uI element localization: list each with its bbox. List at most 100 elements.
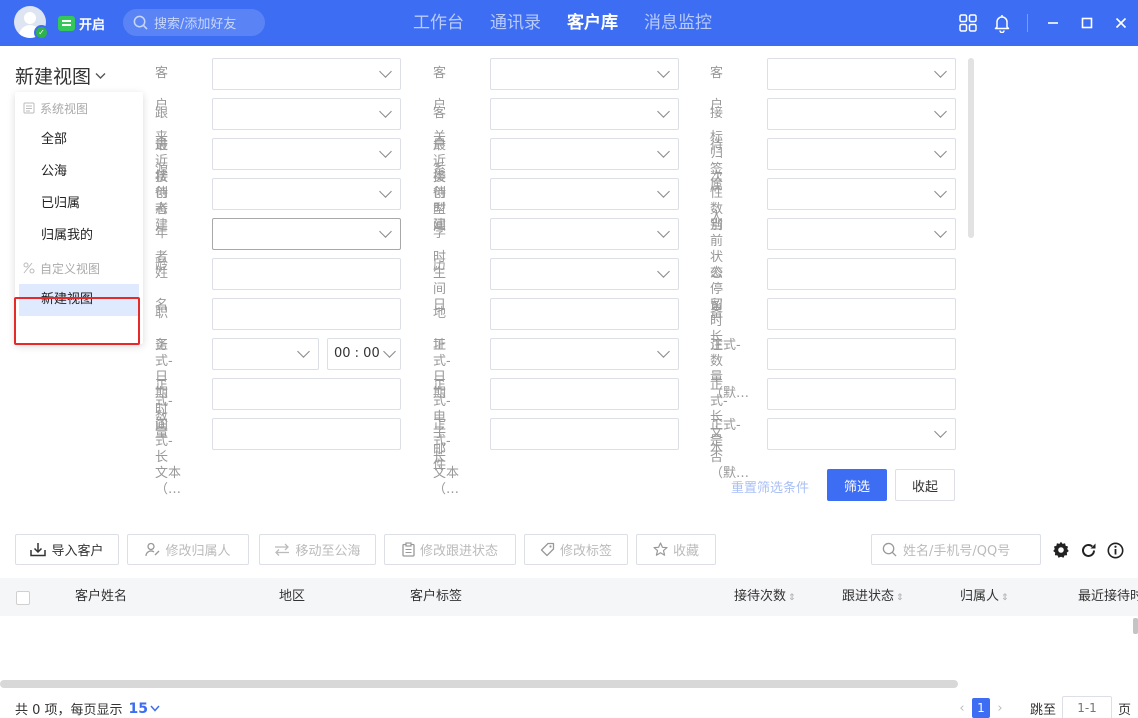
filter-label-formal-quantity: 正式-数量 [155, 378, 173, 441]
filter-formal-datetime-time-select[interactable]: 00 : 00 [327, 338, 401, 370]
filter-label-formal-datetime: 正式-日 期时间 [155, 338, 173, 433]
collapse-button[interactable]: 收起 [895, 469, 955, 501]
view-item-public-pool[interactable]: 公海 [15, 156, 143, 188]
filter-button[interactable]: 筛选 [827, 469, 887, 501]
column-region[interactable]: 地区 [279, 578, 305, 616]
move-to-pool-button[interactable]: 移动至公海 [259, 534, 376, 565]
system-view-group-label: 系统视图 [40, 101, 89, 116]
filter-follow-status-select[interactable] [212, 98, 401, 130]
filter-customer-source-select[interactable] [212, 58, 401, 90]
view-selector[interactable]: 新建视图 [15, 62, 106, 89]
filter-remark-input[interactable] [767, 298, 956, 330]
view-item-all[interactable]: 全部 [15, 124, 143, 156]
chevron-down-icon [934, 425, 947, 438]
view-item-assigned-to-me[interactable]: 归属我的 [15, 220, 143, 252]
filter-customer-type-select[interactable] [490, 98, 679, 130]
filter-formal-quantity-default-input[interactable] [767, 338, 956, 370]
filter-label-line: 文本（… [155, 466, 182, 497]
filter-formal-boolean-default-select[interactable] [767, 418, 956, 450]
filter-formal-long-text-b-input[interactable] [490, 418, 679, 450]
filter-education-select[interactable] [490, 218, 679, 250]
sort-icon[interactable]: ⇕ [896, 593, 904, 603]
chevron-down-icon [934, 105, 947, 118]
filter-created-time-select[interactable] [490, 178, 679, 210]
filter-address-input[interactable] [490, 298, 679, 330]
change-status-button[interactable]: 修改跟进状态 [384, 534, 516, 565]
filter-formal-email-input[interactable] [490, 378, 679, 410]
page-number[interactable]: 1 [972, 698, 990, 718]
maximize-icon[interactable] [1070, 0, 1104, 46]
filter-formal-date-select[interactable] [490, 338, 679, 370]
reset-filters-link[interactable]: 重置筛选条件 [731, 477, 809, 496]
filter-label-formal-boolean-default: 正式-是 否（默… [710, 418, 749, 481]
nav-customer-library[interactable]: 客户库 [554, 0, 631, 46]
column-customer-name[interactable]: 客户姓名 [75, 578, 127, 616]
filter-gender-select[interactable] [767, 178, 956, 210]
filter-formal-quantity-input[interactable] [212, 378, 401, 410]
page-size-select[interactable]: 15 [129, 701, 160, 717]
filter-label-address: 地址 [433, 298, 446, 353]
filter-formal-long-text-a-input[interactable] [212, 418, 401, 450]
chevron-down-icon [379, 65, 392, 78]
view-item-new-view[interactable]: 新建视图 [19, 284, 139, 316]
sort-icon[interactable]: ⇕ [788, 593, 796, 603]
column-customer-tags[interactable]: 客户标签 [410, 578, 462, 616]
filter-customer-relation-select[interactable] [490, 58, 679, 90]
change-tags-button[interactable]: 修改标签 [524, 534, 628, 565]
prev-page-icon[interactable]: ‹ [952, 701, 972, 716]
column-follow-status[interactable]: 跟进状态 ⇕ [842, 578, 904, 617]
filter-age-select[interactable] [212, 218, 401, 250]
status-toggle[interactable]: 开启 [58, 13, 105, 33]
filter-formal-long-text-input[interactable] [767, 378, 956, 410]
nav-workbench[interactable]: 工作台 [400, 0, 477, 46]
column-owner[interactable]: 归属人 ⇕ [960, 578, 1009, 617]
nav-message-monitor[interactable]: 消息监控 [631, 0, 725, 46]
filter-label-formal-long-text: 正式-长 文本 [710, 378, 728, 457]
column-visit-count[interactable]: 接待次数 ⇕ [734, 578, 796, 617]
close-icon[interactable] [1104, 0, 1138, 46]
column-customer-tags-label: 客户标签 [410, 589, 463, 604]
friend-search-input[interactable]: 搜索/添加好友 [123, 9, 265, 36]
column-last-visit-time[interactable]: 最近接待时 [1078, 578, 1138, 616]
filter-name-input[interactable] [212, 258, 401, 290]
change-owner-button[interactable]: 修改归属人 [127, 534, 249, 565]
refresh-icon[interactable] [1078, 540, 1098, 560]
filter-last-receptionist-select[interactable] [212, 138, 401, 170]
bell-icon[interactable] [985, 0, 1019, 46]
favorite-button[interactable]: 收藏 [636, 534, 716, 565]
info-icon[interactable] [1105, 540, 1125, 560]
chevron-down-icon [934, 65, 947, 78]
apps-icon[interactable] [951, 0, 985, 46]
view-item-assigned[interactable]: 已归属 [15, 188, 143, 220]
filter-owner-select[interactable] [767, 138, 956, 170]
table-vertical-scrollbar[interactable] [1133, 618, 1138, 634]
nav-contacts[interactable]: 通讯录 [477, 0, 554, 46]
filter-job-title-input[interactable] [212, 298, 401, 330]
table-horizontal-scrollbar[interactable] [0, 680, 958, 688]
filter-label-visit-count: 接待次数 [710, 98, 723, 217]
filter-customer-tag-select[interactable] [767, 58, 956, 90]
filter-creator-select[interactable] [212, 178, 401, 210]
tag-icon [540, 542, 555, 557]
filter-label-creator: 创建者 [155, 178, 168, 265]
sort-icon[interactable]: ⇕ [1001, 593, 1009, 603]
page-size-value: 15 [128, 700, 149, 717]
minimize-icon[interactable] [1036, 0, 1070, 46]
next-page-icon[interactable]: › [990, 701, 1010, 716]
clipboard-icon [402, 542, 415, 557]
chevron-down-icon [379, 105, 392, 118]
filter-vertical-scrollbar[interactable] [968, 58, 974, 238]
select-all-checkbox[interactable] [16, 591, 30, 605]
jump-page-input[interactable] [1062, 696, 1113, 718]
filter-label-line: 文本（… [433, 466, 460, 497]
import-customers-button[interactable]: 导入客户 [15, 534, 119, 565]
filter-company-input[interactable] [767, 258, 956, 290]
filter-last-visit-time-select[interactable] [490, 138, 679, 170]
chevron-down-icon [379, 145, 392, 158]
filter-status-duration-select[interactable] [767, 218, 956, 250]
filter-visit-count-select[interactable] [767, 98, 956, 130]
customer-search-input[interactable]: 姓名/手机号/QQ号 [871, 534, 1041, 565]
filter-formal-datetime-date-select[interactable] [212, 338, 319, 370]
gear-icon[interactable] [1051, 540, 1071, 560]
filter-birthday-select[interactable] [490, 258, 679, 290]
